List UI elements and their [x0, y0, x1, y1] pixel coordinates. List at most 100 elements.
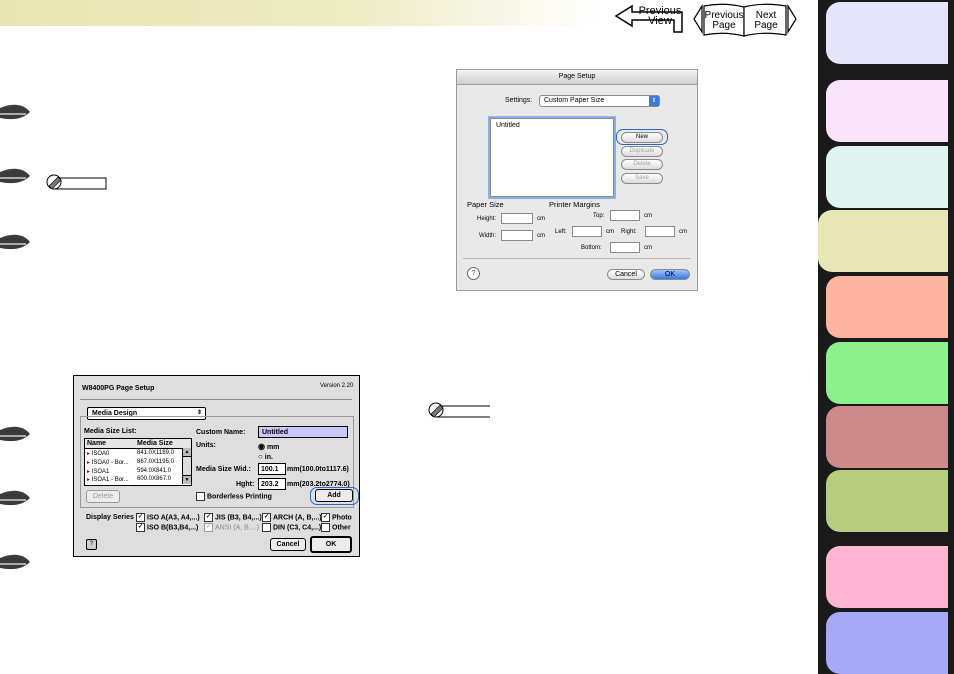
- step-bullet-icon: [0, 104, 30, 120]
- side-tab-7[interactable]: [826, 406, 948, 468]
- series-checkbox-ansi[interactable]: ✓ ANSI (A, B,...): [204, 523, 259, 532]
- side-tab-2[interactable]: [826, 80, 948, 142]
- list-item[interactable]: Untitled: [496, 122, 520, 129]
- height-input[interactable]: [501, 213, 533, 224]
- side-tab-8[interactable]: [826, 470, 948, 532]
- series-checkbox-din[interactable]: DIN (C3, C4,...): [262, 523, 321, 532]
- os9-top-divider: [80, 399, 352, 400]
- top-margin-input[interactable]: [610, 210, 640, 221]
- right-margin-label: Right:: [621, 229, 637, 235]
- settings-select-value: Custom Paper Size: [544, 97, 605, 104]
- step-bullet-icon: [0, 168, 30, 184]
- bottom-margin-unit: cm: [644, 245, 652, 251]
- table-scrollbar[interactable]: ▲ ▼: [182, 448, 191, 484]
- step-bullet-icon: [0, 554, 30, 570]
- borderless-checkbox[interactable]: Borderless Printing: [196, 492, 272, 501]
- page-nav-book: Previous Page Next Page: [692, 2, 798, 38]
- settings-select[interactable]: Custom Paper Size ⇕: [539, 95, 660, 107]
- duplicate-button[interactable]: Duplicate: [621, 146, 663, 157]
- height-unit: cm: [537, 216, 545, 222]
- right-margin-input[interactable]: [645, 226, 675, 237]
- os9-ok-button[interactable]: OK: [310, 536, 352, 553]
- side-tab-10[interactable]: [826, 612, 948, 674]
- os9-page-setup-dialog: W8400PG Page Setup Version 2.20 Media De…: [73, 375, 360, 557]
- os9-delete-button[interactable]: Delete: [86, 490, 120, 503]
- series-checkbox-other[interactable]: Other: [321, 523, 351, 532]
- table-header: Name Media Size: [85, 439, 191, 449]
- dialog-divider: [463, 258, 691, 259]
- os9-cancel-button[interactable]: Cancel: [270, 538, 306, 551]
- printer-margins-label: Printer Margins: [549, 200, 600, 209]
- bottom-margin-label: Bottom:: [581, 245, 602, 251]
- side-tab-3[interactable]: [826, 146, 948, 208]
- new-button[interactable]: New: [621, 132, 663, 143]
- media-width-range: mm(100.0to1117.6): [287, 466, 349, 473]
- version-label: Version 2.20: [320, 383, 354, 389]
- table-row[interactable]: ▸ ISOA1 - Bor...: [87, 476, 129, 483]
- series-checkbox-arch[interactable]: ✓ ARCH (A, B,...): [262, 513, 322, 522]
- units-label: Units:: [196, 442, 216, 449]
- table-row[interactable]: ▸ ISOA1: [87, 468, 109, 475]
- delete-button[interactable]: Delete: [621, 159, 663, 170]
- step-bullet-icon: [0, 426, 30, 442]
- left-margin-label: Left:: [555, 229, 567, 235]
- cancel-button[interactable]: Cancel: [607, 269, 645, 280]
- left-margin-unit: cm: [606, 229, 614, 235]
- dialog-titlebar: Page Setup: [457, 70, 697, 85]
- save-button[interactable]: Save: [621, 173, 663, 184]
- custom-name-input[interactable]: Untitled: [258, 426, 348, 438]
- ok-button[interactable]: OK: [650, 269, 690, 280]
- table-cell-size: 600.0X867.0: [137, 476, 172, 482]
- series-checkbox-jis[interactable]: ✓ JIS (B3, B4,...): [204, 513, 262, 522]
- left-margin-input[interactable]: [572, 226, 602, 237]
- media-height-label: Hght:: [236, 481, 255, 488]
- paper-size-label: Paper Size: [467, 200, 504, 209]
- side-tab-5[interactable]: [826, 276, 948, 338]
- media-height-input[interactable]: 203.2: [258, 478, 286, 490]
- side-tab-1[interactable]: [826, 2, 948, 64]
- unit-in-radio[interactable]: ○ in.: [258, 452, 273, 461]
- previous-view-line2: View: [648, 15, 672, 27]
- series-checkbox-photo[interactable]: ✓ Photo: [321, 513, 352, 522]
- paper-size-list[interactable]: Untitled: [488, 116, 616, 199]
- scroll-down-icon[interactable]: ▼: [183, 475, 191, 484]
- bottom-margin-input[interactable]: [610, 242, 640, 253]
- width-label: Width:: [479, 233, 497, 239]
- side-tab-9[interactable]: [826, 546, 948, 608]
- scroll-up-icon[interactable]: ▲: [183, 448, 191, 457]
- top-margin-unit: cm: [644, 213, 652, 219]
- table-row[interactable]: ▸ ISOA0 - Bor...: [87, 459, 129, 466]
- width-unit: cm: [537, 233, 545, 239]
- height-label: Height:: [477, 216, 497, 222]
- col-name-header: Name: [87, 440, 107, 447]
- note-pencil-icon: [428, 402, 490, 418]
- os9-help-icon[interactable]: ?: [86, 539, 97, 550]
- next-page-button[interactable]: Next Page: [746, 8, 786, 32]
- settings-label: Settings:: [505, 97, 533, 104]
- side-tab-4[interactable]: [818, 210, 948, 272]
- series-checkbox-iso-b[interactable]: ✓ ISO B(B3,B4,...): [136, 523, 198, 532]
- help-icon[interactable]: ?: [467, 267, 480, 280]
- step-bullet-icon: [0, 490, 30, 506]
- table-cell-size: 841.0X1189.0: [137, 450, 174, 456]
- col-size-header: Media Size: [137, 440, 173, 447]
- side-tab-6[interactable]: [826, 342, 948, 404]
- previous-page-button[interactable]: Previous Page: [704, 8, 744, 32]
- os9-dialog-title: W8400PG Page Setup: [82, 385, 155, 392]
- add-button[interactable]: Add: [315, 489, 353, 502]
- display-series-label: Display Series: [86, 514, 134, 521]
- select-arrows-icon: ⇕: [649, 96, 659, 106]
- custom-name-label: Custom Name:: [196, 429, 246, 436]
- page-setup-dialog: Page Setup Settings: Custom Paper Size ⇕…: [456, 69, 698, 291]
- width-input[interactable]: [501, 230, 533, 241]
- previous-view-button[interactable]: Previous View: [612, 2, 686, 36]
- series-checkbox-iso-a[interactable]: ✓ ISO A(A3, A4,...): [136, 513, 200, 522]
- note-pencil-icon: [46, 174, 107, 190]
- unit-mm-radio[interactable]: ◉ mm: [258, 442, 279, 451]
- table-cell-size: 594.0X841.0: [137, 468, 172, 474]
- table-cell-size: 867.0X1195.0: [137, 459, 174, 465]
- media-width-input[interactable]: 100.1: [258, 463, 286, 475]
- media-size-table[interactable]: Name Media Size ▸ ISOA0 841.0X1189.0 ▸ I…: [84, 438, 192, 486]
- table-row[interactable]: ▸ ISOA0: [87, 450, 109, 457]
- header-band: [0, 0, 600, 26]
